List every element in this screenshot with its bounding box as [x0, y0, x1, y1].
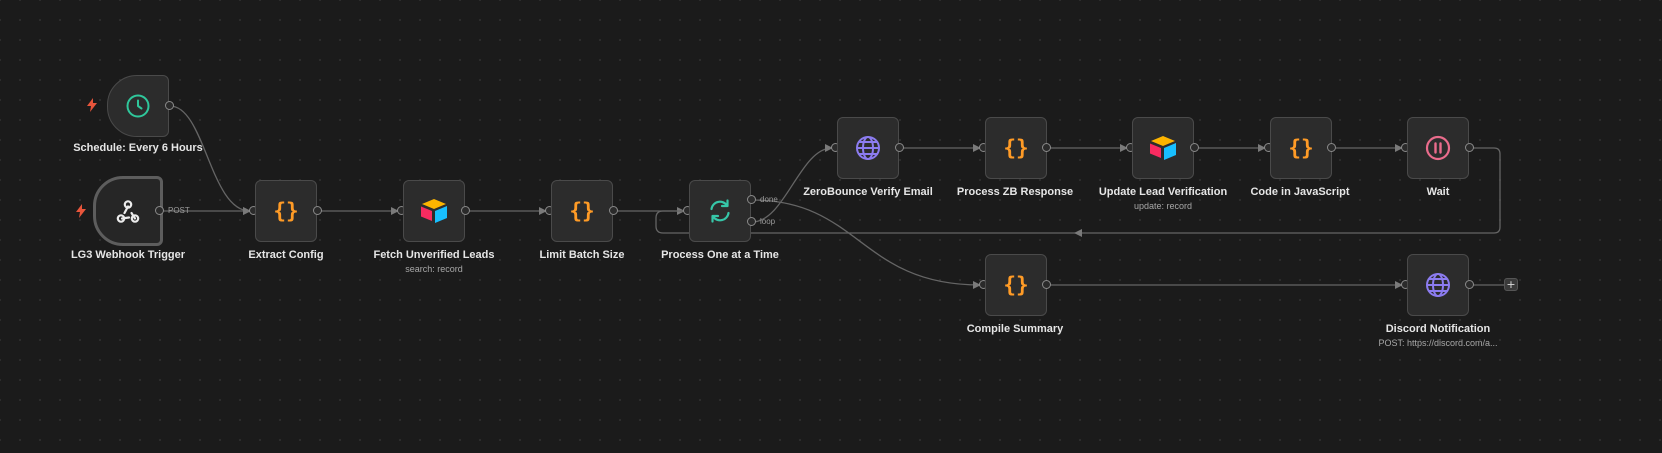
svg-text:{}: {}: [569, 199, 594, 223]
connections-layer: [160, 105, 1505, 289]
node-update-lead-output-port[interactable]: [1190, 143, 1199, 152]
node-compile-summary-output-port[interactable]: [1042, 280, 1051, 289]
node-schedule-output-port[interactable]: [165, 101, 174, 110]
node-zerobounce-output-port[interactable]: [895, 143, 904, 152]
airtable-icon: [421, 199, 447, 223]
edge-done-summary[interactable]: [751, 199, 981, 289]
globe-icon: [1426, 273, 1450, 297]
add-node-button[interactable]: +: [1504, 278, 1518, 291]
node-update-lead-sublabel: update: record: [1133, 201, 1193, 211]
node-process-one-done-port[interactable]: [747, 195, 756, 204]
code-braces-icon: {}: [569, 199, 594, 223]
node-zerobounce[interactable]: [837, 117, 899, 179]
node-schedule-label: Schedule: Every 6 Hours: [73, 142, 203, 154]
webhook-icon: [116, 200, 140, 223]
node-compile-summary-label: Compile Summary: [966, 323, 1064, 335]
svg-text:{}: {}: [1003, 273, 1028, 297]
node-discord[interactable]: [1407, 254, 1469, 316]
edge-loop-zerobounce[interactable]: [751, 144, 833, 223]
svg-text:{}: {}: [1288, 136, 1313, 160]
clock-icon: [126, 94, 150, 118]
code-braces-icon: {}: [1003, 273, 1028, 297]
node-process-one[interactable]: [689, 180, 751, 242]
airtable-icon: [1150, 136, 1176, 160]
node-extract-config-output-port[interactable]: [313, 206, 322, 215]
node-process-zb[interactable]: {}: [985, 117, 1047, 179]
node-wait-output-port[interactable]: [1465, 143, 1474, 152]
code-braces-icon: {}: [1003, 136, 1028, 160]
svg-text:{}: {}: [273, 199, 298, 223]
node-code-js[interactable]: {}: [1270, 117, 1332, 179]
node-limit-batch-output-port[interactable]: [609, 206, 618, 215]
node-discord-output-port[interactable]: [1465, 280, 1474, 289]
edge-label-post: POST: [168, 206, 190, 215]
trigger-bolt-icon: [76, 204, 86, 218]
node-process-one-label: Process One at a Time: [661, 249, 779, 261]
node-webhook[interactable]: [93, 176, 163, 246]
node-fetch-leads[interactable]: [403, 180, 465, 242]
node-wait[interactable]: [1407, 117, 1469, 179]
code-braces-icon: {}: [273, 199, 298, 223]
node-compile-summary[interactable]: {}: [985, 254, 1047, 316]
node-process-zb-output-port[interactable]: [1042, 143, 1051, 152]
node-schedule[interactable]: [107, 75, 169, 137]
loopback-arrow-icon: [1074, 229, 1082, 237]
loop-icon: [710, 199, 730, 223]
node-webhook-output-port[interactable]: [155, 206, 164, 215]
node-discord-sublabel: POST: https://discord.com/a...: [1378, 338, 1498, 348]
svg-text:{}: {}: [1003, 136, 1028, 160]
edge-label-loop: loop: [760, 217, 776, 226]
workflow-canvas[interactable]: POST done loop Schedule: Every 6 Hours L…: [0, 0, 1662, 453]
node-wait-label: Wait: [1426, 186, 1450, 198]
node-code-js-output-port[interactable]: [1327, 143, 1336, 152]
node-process-one-loop-port[interactable]: [747, 217, 756, 226]
node-fetch-leads-sublabel: search: record: [405, 264, 463, 274]
edge-schedule-extract[interactable]: [169, 105, 251, 215]
node-discord-label: Discord Notification: [1385, 323, 1491, 335]
pause-icon: [1425, 135, 1451, 161]
trigger-bolt-icon: [87, 98, 97, 112]
code-braces-icon: {}: [1288, 136, 1313, 160]
node-extract-config[interactable]: {}: [255, 180, 317, 242]
node-fetch-leads-output-port[interactable]: [461, 206, 470, 215]
node-update-lead[interactable]: [1132, 117, 1194, 179]
globe-icon: [856, 136, 880, 160]
node-limit-batch[interactable]: {}: [551, 180, 613, 242]
